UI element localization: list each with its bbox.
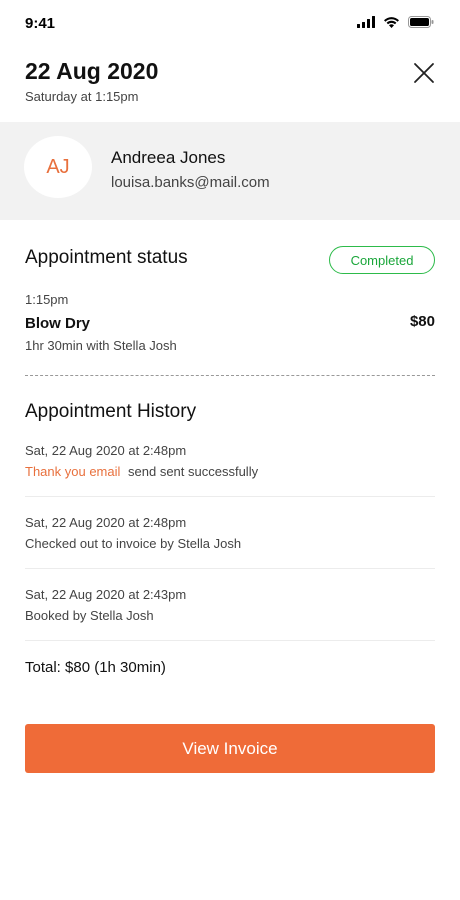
close-button[interactable] bbox=[413, 62, 435, 84]
history-item: Sat, 22 Aug 2020 at 2:48pm Checked out t… bbox=[25, 515, 435, 551]
history-desc-text: send sent successfully bbox=[128, 464, 259, 479]
history-item: Sat, 22 Aug 2020 at 2:43pm Booked by Ste… bbox=[25, 587, 435, 623]
history-desc: Thank you email send sent successfully bbox=[25, 464, 435, 479]
divider bbox=[25, 640, 435, 641]
divider bbox=[25, 568, 435, 569]
page-subtitle: Saturday at 1:15pm bbox=[25, 89, 139, 104]
page-title: 22 Aug 2020 bbox=[25, 58, 159, 84]
avatar: AJ bbox=[24, 136, 92, 198]
thank-you-email-link[interactable]: Thank you email bbox=[25, 464, 120, 479]
status-icons bbox=[357, 16, 434, 28]
service-duration: 1hr 30min with Stella Josh bbox=[25, 338, 177, 353]
service-price: $80 bbox=[409, 313, 435, 330]
history-date: Sat, 22 Aug 2020 at 2:43pm bbox=[25, 587, 187, 602]
status-bar: 9:41 bbox=[0, 0, 460, 44]
status-time: 9:41 bbox=[25, 15, 56, 32]
client-name: Andreea Jones bbox=[111, 148, 226, 167]
client-email: louisa.banks@mail.com bbox=[111, 174, 270, 191]
total-summary: Total: $80 (1h 30min) bbox=[25, 659, 166, 676]
appointment-time: 1:15pm bbox=[25, 292, 69, 307]
service-name: Blow Dry bbox=[25, 315, 91, 332]
history-item: Sat, 22 Aug 2020 at 2:48pm Thank you ema… bbox=[25, 443, 435, 479]
divider bbox=[25, 496, 435, 497]
header: 22 Aug 2020 Saturday at 1:15pm bbox=[0, 44, 460, 123]
history-date: Sat, 22 Aug 2020 at 2:48pm bbox=[25, 443, 187, 458]
view-invoice-button[interactable]: View Invoice bbox=[25, 724, 435, 773]
appointment-status-title: Appointment status bbox=[25, 247, 188, 268]
history-desc: Booked by Stella Josh bbox=[25, 608, 154, 623]
signal-icon bbox=[357, 16, 375, 28]
appointment-history-title: Appointment History bbox=[25, 401, 197, 422]
history-date: Sat, 22 Aug 2020 at 2:48pm bbox=[25, 515, 187, 530]
battery-icon bbox=[408, 16, 434, 28]
wifi-icon bbox=[384, 17, 399, 28]
client-card[interactable]: AJ Andreea Jones louisa.banks@mail.com bbox=[0, 122, 460, 220]
history-desc: Checked out to invoice by Stella Josh bbox=[25, 536, 242, 551]
close-icon bbox=[414, 63, 434, 83]
divider bbox=[25, 375, 435, 376]
status-badge: Completed bbox=[329, 246, 435, 274]
